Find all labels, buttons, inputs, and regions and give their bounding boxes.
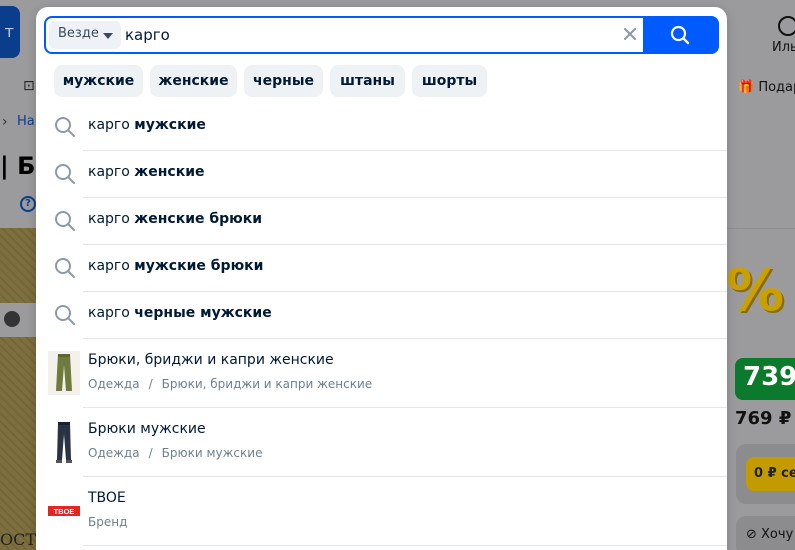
search-dropdown: Везде мужские женские черные штаны шорты… [36, 7, 727, 550]
cart-icon[interactable]: ⊡ [23, 78, 35, 94]
caret-down-icon [103, 33, 113, 39]
seller-badge [0, 303, 36, 337]
page-title: | Б [0, 152, 36, 180]
suggestion-item[interactable]: карго женские [36, 151, 727, 198]
divider [83, 338, 727, 339]
suggestion-text: карго мужские [88, 117, 206, 133]
catalog-button[interactable]: т [0, 6, 20, 58]
search-icon [55, 211, 75, 231]
olive-trousers-thumbnail [48, 351, 80, 395]
chip-chernye[interactable]: черные [244, 65, 323, 97]
brand-name: TBOE [88, 490, 126, 506]
want-icon: ⊘ [746, 527, 762, 542]
suggestion-text: карго мужские брюки [88, 258, 264, 274]
promo-percent-icon: % [726, 256, 785, 324]
search-icon [55, 117, 75, 137]
category-item[interactable]: Брюки мужские Одежда / Брюки мужские [36, 414, 727, 483]
suggestion-item[interactable]: карго мужские [36, 104, 727, 151]
dark-jeans-thumbnail [48, 420, 80, 464]
product-caption: ОСТ [0, 530, 37, 549]
bonus-badge: 0 ₽ се [746, 457, 795, 491]
seller-avatar-icon [4, 311, 20, 327]
divider [83, 545, 727, 546]
catalog-icon: т [4, 22, 14, 41]
chip-muzhskie[interactable]: мужские [54, 65, 143, 97]
search-button[interactable] [643, 16, 719, 54]
category-item[interactable]: Брюки, бриджи и капри женские Одежда / Брю… [36, 345, 727, 414]
category-path: Одежда / Брюки, бриджи и капри женские [88, 377, 373, 391]
divider [83, 476, 727, 477]
chip-shtany[interactable]: штаны [330, 65, 405, 97]
suggestion-item[interactable]: карго черные мужские [36, 292, 727, 339]
tboe-logo-icon: TBOE [48, 489, 80, 533]
category-name: Брюки, бриджи и капри женские [88, 352, 334, 368]
profile-label[interactable]: Иль [772, 40, 795, 55]
gift-icon: 🎁 [738, 80, 759, 95]
brand-type: Бренд [88, 515, 128, 529]
gift-label: Подар [758, 80, 795, 95]
want-button[interactable]: ⊘ Хочу [736, 516, 795, 550]
search-scope-label: Везде [58, 26, 99, 41]
search-icon [55, 164, 75, 184]
category-name: Брюки мужские [88, 421, 206, 437]
chip-zhenskie[interactable]: женские [150, 65, 237, 97]
divider [83, 407, 727, 408]
search-bar: Везде [44, 16, 719, 54]
suggestion-item[interactable]: карго мужские брюки [36, 245, 727, 292]
product-image[interactable] [0, 228, 36, 550]
search-scope-select[interactable]: Везде [49, 21, 121, 49]
want-label: Хочу [761, 527, 794, 542]
search-input[interactable] [125, 18, 605, 52]
profile-icon[interactable] [778, 16, 795, 36]
search-icon [55, 258, 75, 278]
chip-shorty[interactable]: шорты [412, 65, 487, 97]
breadcrumb-chevron-icon: › [2, 114, 8, 130]
question-icon[interactable]: ? [20, 196, 36, 212]
category-path: Одежда / Брюки мужские [88, 446, 263, 460]
svg-text:TBOE: TBOE [54, 507, 75, 516]
suggestion-item[interactable]: карго женские брюки [36, 198, 727, 245]
suggestion-text: карго черные мужские [88, 305, 272, 321]
price-regular: 769 ₽ 2 [735, 408, 795, 429]
clear-icon[interactable] [622, 26, 638, 42]
breadcrumb-link[interactable]: На [17, 114, 35, 129]
suggestion-text: карго женские [88, 164, 205, 180]
price-badge: 739 [735, 358, 795, 400]
search-icon [55, 305, 75, 325]
brand-item[interactable]: TBOE TBOE Бренд [36, 483, 727, 550]
search-icon [670, 25, 690, 45]
price-old: 769 ₽ [735, 408, 792, 429]
suggestion-text: карго женские брюки [88, 211, 263, 227]
gift-link[interactable]: 🎁 Подар [738, 80, 795, 95]
